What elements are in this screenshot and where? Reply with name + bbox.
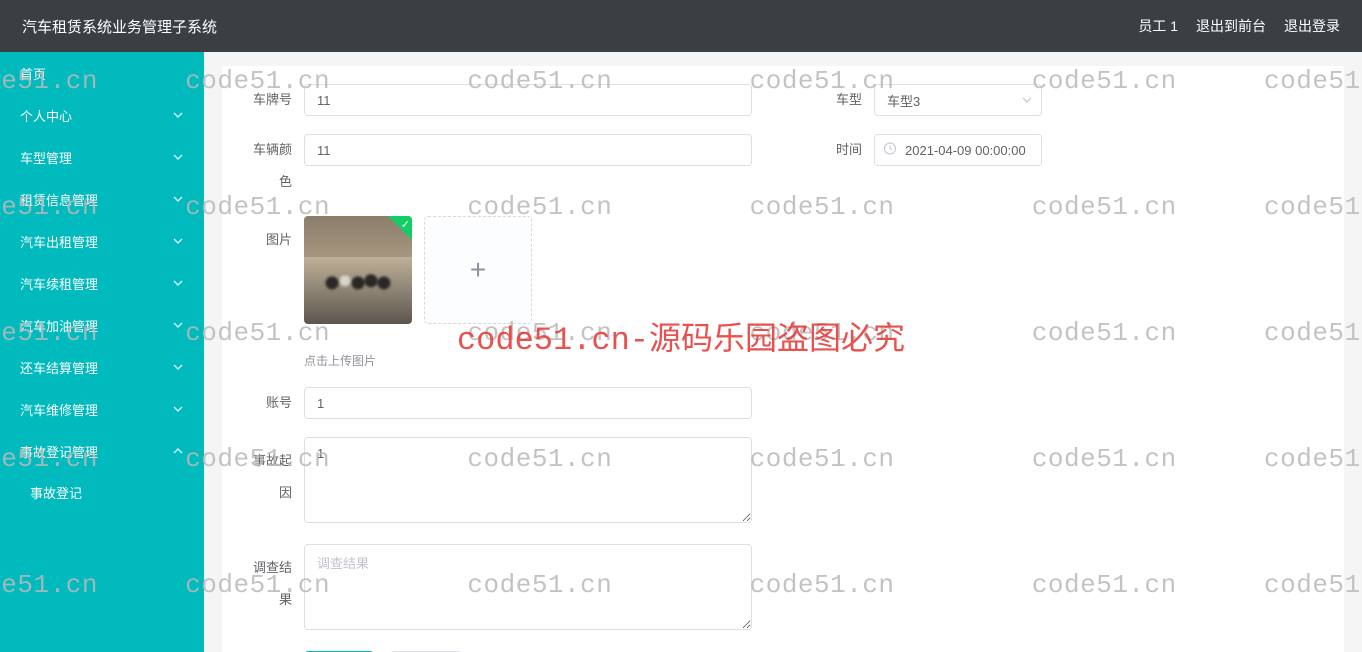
sidebar-item[interactable]: 汽车出租管理 [0, 220, 204, 262]
user-name[interactable]: 员工 1 [1138, 16, 1178, 36]
uploaded-image-thumb[interactable] [304, 216, 412, 324]
logout-link[interactable]: 退出登录 [1284, 16, 1340, 36]
clock-icon [883, 142, 897, 159]
plate-label: 车牌号 [242, 84, 304, 116]
chevron-down-icon [1022, 92, 1032, 108]
image-label: 图片 [242, 216, 304, 256]
account-label: 账号 [242, 387, 304, 419]
color-input[interactable] [304, 134, 752, 166]
sidebar-item[interactable]: 车型管理 [0, 136, 204, 178]
chevron-down-icon [172, 445, 184, 457]
header: 汽车租赁系统业务管理子系统 员工 1 退出到前台 退出登录 [0, 0, 1362, 52]
type-label: 车型 [812, 84, 874, 116]
chevron-down-icon [172, 277, 184, 289]
cause-textarea[interactable] [304, 437, 752, 523]
color-label: 车辆颜色 [242, 134, 304, 198]
main-content: 车牌号 车型 [204, 52, 1362, 652]
sidebar-item-label: 汽车出租管理 [20, 232, 98, 251]
sidebar-item[interactable]: 事故登记管理 [0, 430, 204, 472]
result-textarea[interactable] [304, 544, 752, 630]
chevron-down-icon [172, 361, 184, 373]
time-label: 时间 [812, 134, 874, 166]
plate-input[interactable] [304, 84, 752, 116]
header-right: 员工 1 退出到前台 退出登录 [1138, 16, 1340, 36]
chevron-down-icon [172, 193, 184, 205]
chevron-down-icon [172, 151, 184, 163]
sidebar: 首页个人中心车型管理租赁信息管理汽车出租管理汽车续租管理汽车加油管理还车结算管理… [0, 52, 204, 652]
to-front-link[interactable]: 退出到前台 [1196, 16, 1266, 36]
check-icon [388, 216, 412, 240]
account-input[interactable] [304, 387, 752, 419]
sidebar-item[interactable]: 首页 [0, 52, 204, 94]
type-select[interactable] [874, 84, 1042, 116]
cause-label: 事故起因 [242, 437, 304, 509]
sidebar-item[interactable]: 汽车加油管理 [0, 304, 204, 346]
form-panel: 车牌号 车型 [222, 66, 1344, 652]
sidebar-item-label: 事故登记管理 [20, 442, 98, 461]
sidebar-item[interactable]: 汽车维修管理 [0, 388, 204, 430]
sidebar-item-label: 租赁信息管理 [20, 190, 98, 209]
chevron-down-icon [172, 235, 184, 247]
sidebar-item-label: 车型管理 [20, 148, 72, 167]
chevron-down-icon [172, 109, 184, 121]
sidebar-item-label: 个人中心 [20, 106, 72, 125]
sidebar-item-label: 汽车维修管理 [20, 400, 98, 419]
upload-tip: 点击上传图片 [304, 352, 1324, 369]
chevron-down-icon [172, 319, 184, 331]
chevron-down-icon [172, 403, 184, 415]
app-title: 汽车租赁系统业务管理子系统 [22, 16, 217, 37]
sidebar-item[interactable]: 租赁信息管理 [0, 178, 204, 220]
sidebar-item[interactable]: 汽车续租管理 [0, 262, 204, 304]
sidebar-subitem[interactable]: 事故登记 [0, 472, 204, 512]
result-label: 调查结果 [242, 544, 304, 616]
time-input[interactable] [874, 134, 1042, 166]
sidebar-item[interactable]: 还车结算管理 [0, 346, 204, 388]
sidebar-item[interactable]: 个人中心 [0, 94, 204, 136]
sidebar-item-label: 还车结算管理 [20, 358, 98, 377]
upload-add-button[interactable]: + [424, 216, 532, 324]
sidebar-item-label: 首页 [20, 64, 46, 83]
sidebar-item-label: 汽车加油管理 [20, 316, 98, 335]
sidebar-item-label: 汽车续租管理 [20, 274, 98, 293]
